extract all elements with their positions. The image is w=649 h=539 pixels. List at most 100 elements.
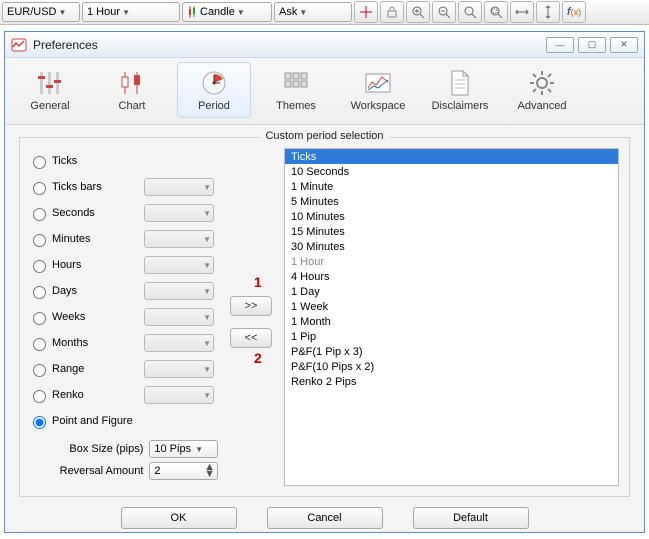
radio-ticks[interactable]: Ticks [24, 148, 218, 174]
radio-days[interactable]: Days ▼ [24, 278, 218, 304]
list-item[interactable]: 1 Pip [285, 329, 618, 344]
add-button[interactable]: >> [230, 296, 272, 316]
radio-input[interactable] [33, 260, 46, 273]
radio-point-and-figure[interactable]: Point and Figure [24, 408, 218, 434]
zoom-out-button[interactable] [432, 1, 456, 23]
chevron-down-icon: ▼ [203, 391, 211, 400]
close-button[interactable]: ✕ [610, 37, 638, 53]
tab-advanced[interactable]: Advanced [505, 62, 579, 118]
tab-chart[interactable]: Chart [95, 62, 169, 118]
ok-button[interactable]: OK [121, 507, 237, 529]
workspace-icon [362, 68, 394, 98]
list-item[interactable]: 1 Minute [285, 179, 618, 194]
list-item[interactable]: 1 Month [285, 314, 618, 329]
radio-ticks-bars[interactable]: Ticks bars▼ [24, 174, 218, 200]
radio-input[interactable] [33, 182, 46, 195]
radio-input[interactable] [33, 208, 46, 221]
list-item[interactable]: Renko 2 Pips [285, 374, 618, 389]
maximize-button[interactable]: ▢ [578, 37, 606, 53]
radio-renko[interactable]: Renko▼ [24, 382, 218, 408]
period-options: TicksTicks bars▼Seconds▼Minutes▼Hours▼Da… [24, 148, 218, 486]
radio-value-combo[interactable]: ▼ [144, 360, 214, 378]
radio-input[interactable] [33, 364, 46, 377]
lock-button[interactable] [380, 1, 404, 23]
charttype-combo[interactable]: Candle ▼ [182, 2, 272, 22]
radio-input[interactable] [33, 312, 46, 325]
list-item[interactable]: 10 Minutes [285, 209, 618, 224]
list-item[interactable]: Ticks [285, 149, 618, 164]
list-item[interactable]: 1 Day [285, 284, 618, 299]
fx-button[interactable]: f(x) [562, 1, 586, 23]
list-item[interactable]: 5 Minutes [285, 194, 618, 209]
tab-label: Workspace [351, 100, 406, 112]
tab-themes[interactable]: Themes [259, 62, 333, 118]
radio-input[interactable] [33, 234, 46, 247]
cancel-button[interactable]: Cancel [267, 507, 383, 529]
list-item[interactable]: 15 Minutes [285, 224, 618, 239]
radio-value-combo[interactable]: ▼ [144, 308, 214, 326]
charttype-value: Candle [200, 6, 235, 18]
radio-input[interactable] [33, 286, 46, 299]
hresize-button[interactable] [510, 1, 534, 23]
symbol-value: EUR/USD [7, 6, 57, 18]
reversal-spinner[interactable]: 2 ▲▼ [149, 462, 218, 480]
radio-input[interactable] [33, 416, 46, 429]
radio-range[interactable]: Range▼ [24, 356, 218, 382]
titlebar: Preferences — ▢ ✕ [5, 32, 644, 58]
box-size-combo[interactable]: 10 Pips ▼ [149, 440, 218, 458]
radio-value-combo[interactable]: ▼ [144, 334, 214, 352]
timeframe-combo[interactable]: 1 Hour ▼ [82, 2, 180, 22]
list-item[interactable]: 4 Hours [285, 269, 618, 284]
list-item[interactable]: 1 Hour [285, 254, 618, 269]
tab-period[interactable]: Period [177, 62, 251, 118]
radio-weeks[interactable]: Weeks▼ [24, 304, 218, 330]
tab-label: Period [198, 100, 230, 112]
radio-value-combo[interactable]: ▼ [144, 178, 214, 196]
minimize-button[interactable]: — [546, 37, 574, 53]
list-item[interactable]: 10 Seconds [285, 164, 618, 179]
tab-label: Disclaimers [432, 100, 489, 112]
radio-value-combo[interactable]: ▼ [144, 386, 214, 404]
radio-label: Hours [52, 259, 81, 271]
period-list[interactable]: Ticks10 Seconds1 Minute5 Minutes10 Minut… [284, 148, 619, 486]
vresize-button[interactable] [536, 1, 560, 23]
spinner-icon: ▲▼ [204, 464, 215, 478]
symbol-combo[interactable]: EUR/USD ▼ [2, 2, 80, 22]
radio-value-combo[interactable]: ▼ [144, 230, 214, 248]
tab-general[interactable]: General [13, 62, 87, 118]
list-item[interactable]: 1 Week [285, 299, 618, 314]
radio-label: Days [52, 285, 77, 297]
default-button[interactable]: Default [413, 507, 529, 529]
radio-value-combo[interactable]: ▼ [144, 204, 214, 222]
radio-input[interactable] [33, 338, 46, 351]
radio-minutes[interactable]: Minutes▼ [24, 226, 218, 252]
list-item[interactable]: 30 Minutes [285, 239, 618, 254]
tab-label: Themes [276, 100, 316, 112]
radio-seconds[interactable]: Seconds ▼ [24, 200, 218, 226]
list-item[interactable]: P&F(1 Pip x 3) [285, 344, 618, 359]
remove-button[interactable]: << [230, 328, 272, 348]
chevron-down-icon: ▼ [203, 365, 211, 374]
zoom-area-button[interactable] [484, 1, 508, 23]
sliders-icon [34, 68, 66, 98]
radio-value-combo[interactable]: ▼ [144, 282, 214, 300]
dialog-buttons: OK Cancel Default [19, 507, 630, 529]
chevron-down-icon: ▼ [120, 8, 132, 17]
tab-disclaimers[interactable]: Disclaimers [423, 62, 497, 118]
crosshair-button[interactable] [354, 1, 378, 23]
tab-workspace[interactable]: Workspace [341, 62, 415, 118]
list-item[interactable]: P&F(10 Pips x 2) [285, 359, 618, 374]
radio-input[interactable] [33, 390, 46, 403]
radio-months[interactable]: Months▼ [24, 330, 218, 356]
radio-input[interactable] [33, 156, 46, 169]
grid-icon [280, 68, 312, 98]
radio-label: Seconds [52, 207, 95, 219]
side-combo[interactable]: Ask ▼ [274, 2, 352, 22]
zoom-in-button[interactable] [406, 1, 430, 23]
radio-label: Ticks [52, 155, 77, 167]
zoom-reset-button[interactable] [458, 1, 482, 23]
radio-value-combo[interactable]: ▼ [144, 256, 214, 274]
radio-hours[interactable]: Hours ▼ [24, 252, 218, 278]
chevron-down-icon: ▼ [203, 261, 211, 270]
annotation-1: 1 [254, 274, 262, 290]
